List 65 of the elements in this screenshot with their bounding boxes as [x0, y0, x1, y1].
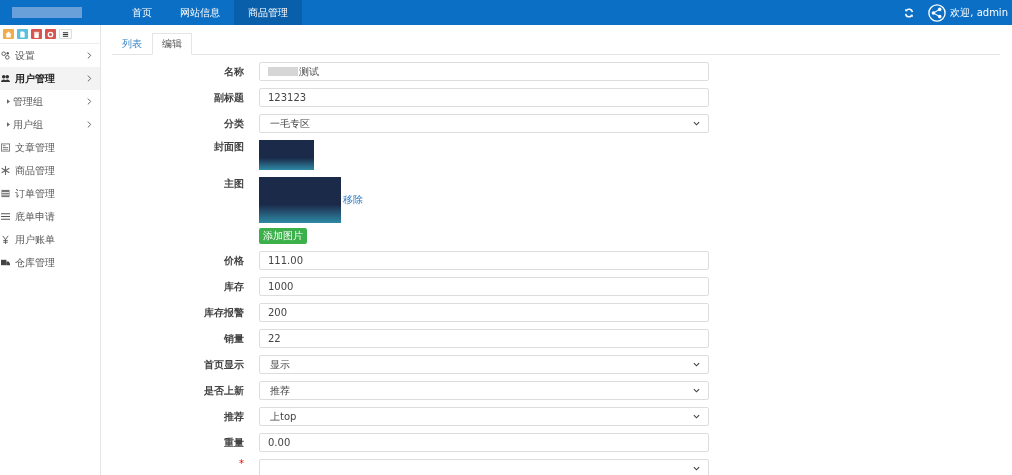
- truck-icon: [1, 258, 10, 267]
- nav-tab[interactable]: 商品管理: [234, 0, 302, 25]
- users-icon: [1, 74, 10, 83]
- toolbar-button[interactable]: [59, 29, 72, 39]
- field-label: 分类: [224, 116, 244, 131]
- field-label: 是否上新: [204, 383, 244, 398]
- sidebar-subitem[interactable]: 用户组: [0, 113, 100, 136]
- text-field[interactable]: 111.00: [259, 251, 709, 270]
- tab[interactable]: 列表: [112, 33, 152, 55]
- trash-icon: [33, 30, 40, 38]
- sidebar-item[interactable]: 文章管理: [0, 136, 100, 159]
- field-label: 价格: [224, 253, 244, 268]
- chevron-down-icon: [693, 466, 700, 471]
- text-field[interactable]: 22: [259, 329, 709, 348]
- select-field[interactable]: 显示: [259, 355, 709, 374]
- refresh-icon[interactable]: [904, 7, 915, 18]
- file-icon: [19, 30, 26, 38]
- select-field[interactable]: 一毛专区: [259, 114, 709, 133]
- sidebar-subitem[interactable]: 管理组: [0, 90, 100, 113]
- field-label: 名称: [224, 64, 244, 79]
- share-icon[interactable]: [928, 3, 947, 22]
- sidebar-item[interactable]: 底单申请: [0, 205, 100, 228]
- field-label: 封面图: [214, 140, 244, 154]
- text-field[interactable]: 1000: [259, 277, 709, 296]
- sidebar-item[interactable]: 设置: [0, 44, 100, 67]
- field-label: 重量: [224, 435, 244, 450]
- logo-placeholder: [12, 7, 82, 18]
- field-label: 副标题: [214, 90, 244, 105]
- sidebar-item[interactable]: 用户账单: [0, 228, 100, 251]
- nav-tab[interactable]: 网站信息: [166, 0, 234, 25]
- list-icon: [62, 30, 69, 38]
- nav-tab[interactable]: 首页: [118, 0, 166, 25]
- photo-placeholder: [259, 140, 314, 170]
- sidebar-item[interactable]: 仓库管理: [0, 251, 100, 274]
- field-label: 销量: [224, 331, 244, 346]
- text-field[interactable]: 200: [259, 303, 709, 322]
- sidebar-item[interactable]: 用户管理: [0, 67, 100, 90]
- triangle-right-icon: [7, 122, 10, 127]
- field-label: 推荐: [224, 409, 244, 424]
- required-mark: *: [239, 459, 244, 469]
- tab[interactable]: 编辑: [152, 33, 192, 55]
- field-label: 首页显示: [204, 357, 244, 372]
- yen-icon: [1, 235, 10, 244]
- document-icon: [1, 143, 10, 152]
- field-label: 主图: [224, 177, 244, 191]
- chevron-down-icon: [693, 414, 700, 419]
- select-field[interactable]: 上top: [259, 407, 709, 426]
- chevron-down-icon: [693, 121, 700, 126]
- text-field[interactable]: 0.00: [259, 433, 709, 452]
- sidebar-item[interactable]: 商品管理: [0, 159, 100, 182]
- sidebar-item[interactable]: 订单管理: [0, 182, 100, 205]
- snowflake-icon: [1, 166, 10, 175]
- triangle-right-icon: [7, 99, 10, 104]
- field-label: 库存报警: [204, 305, 244, 320]
- text-field[interactable]: 测试: [259, 62, 709, 81]
- text-field[interactable]: 123123: [259, 88, 709, 107]
- select-field[interactable]: 推荐: [259, 381, 709, 400]
- field-label: 库存: [224, 279, 244, 294]
- select-field[interactable]: [259, 459, 709, 475]
- chevron-down-icon: [693, 388, 700, 393]
- list-icon: [1, 212, 10, 221]
- chevron-down-icon: [693, 362, 700, 367]
- welcome-text: 欢迎, admin: [950, 5, 1008, 20]
- home-icon: [5, 30, 12, 38]
- remove-link[interactable]: 移除: [343, 193, 363, 207]
